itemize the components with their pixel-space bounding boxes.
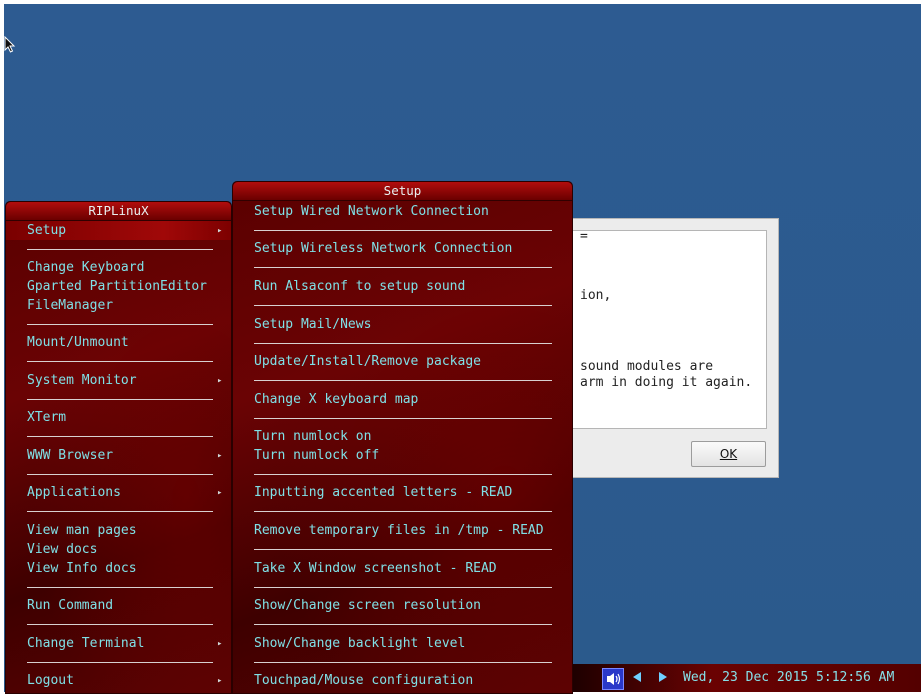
menu-separator	[254, 305, 552, 306]
submenu-arrow-icon: ▸	[217, 226, 223, 236]
setup-item-screenshot[interactable]: Take X Window screenshot - READ	[254, 560, 497, 578]
dialog-line: sound modules are	[580, 359, 714, 374]
menu-item-change-terminal[interactable]: Change Terminal	[27, 635, 144, 653]
setup-submenu-title: Setup	[233, 182, 572, 201]
menu-separator	[254, 624, 552, 625]
setup-item-backlight[interactable]: Show/Change backlight level	[254, 635, 465, 653]
dialog-line: =	[580, 229, 588, 244]
menu-separator	[254, 267, 552, 268]
menu-item-xterm[interactable]: XTerm	[27, 409, 66, 427]
main-menu-title: RIPLinuX	[6, 202, 231, 221]
menu-item-mount-unmount[interactable]: Mount/Unmount	[27, 334, 129, 352]
setup-item-touchpad[interactable]: Touchpad/Mouse configuration	[254, 672, 473, 690]
menu-item-filemanager[interactable]: FileManager	[27, 297, 113, 315]
menu-separator	[254, 587, 552, 588]
setup-item-keyboard-map[interactable]: Change X keyboard map	[254, 391, 418, 409]
menu-separator	[254, 418, 552, 419]
message-dialog: = ion, sound modules are arm in doing it…	[555, 218, 779, 478]
submenu-arrow-icon: ▸	[217, 639, 223, 649]
menu-separator	[254, 511, 552, 512]
submenu-arrow-icon: ▸	[217, 488, 223, 498]
menu-separator	[254, 662, 552, 663]
menu-separator	[27, 474, 213, 475]
menu-item-www-browser[interactable]: WWW Browser	[27, 447, 113, 465]
setup-item-screen-resolution[interactable]: Show/Change screen resolution	[254, 597, 481, 615]
setup-item-accented-letters[interactable]: Inputting accented letters - READ	[254, 484, 512, 502]
menu-separator	[27, 399, 213, 400]
menu-separator	[254, 549, 552, 550]
mouse-pointer-icon	[4, 36, 16, 53]
setup-item-numlock-on[interactable]: Turn numlock on	[254, 428, 371, 446]
arrow-left-icon[interactable]	[630, 669, 644, 685]
setup-item-wireless-network[interactable]: Setup Wireless Network Connection	[254, 240, 512, 258]
ok-button[interactable]: OK	[691, 441, 766, 467]
menu-separator	[254, 380, 552, 381]
menu-separator	[254, 230, 552, 231]
setup-item-wired-network[interactable]: Setup Wired Network Connection	[254, 203, 489, 221]
arrow-right-icon[interactable]	[656, 669, 670, 685]
setup-item-package[interactable]: Update/Install/Remove package	[254, 353, 481, 371]
volume-icon[interactable]	[602, 668, 624, 690]
menu-separator	[27, 249, 213, 250]
setup-item-mail-news[interactable]: Setup Mail/News	[254, 316, 371, 334]
menu-separator	[27, 511, 213, 512]
menu-separator	[27, 662, 213, 663]
menu-item-applications[interactable]: Applications	[27, 484, 121, 502]
taskbar-clock[interactable]: Wed, 23 Dec 2015 5:12:56 AM	[683, 664, 894, 692]
dialog-line: arm in doing it again.	[580, 375, 753, 390]
menu-separator	[27, 624, 213, 625]
menu-separator	[254, 474, 552, 475]
menu-separator	[27, 436, 213, 437]
menu-item-view-man-pages[interactable]: View man pages	[27, 522, 137, 540]
taskbar: Wed, 23 Dec 2015 5:12:56 AM	[573, 664, 921, 692]
menu-item-run-command[interactable]: Run Command	[27, 597, 113, 615]
submenu-arrow-icon: ▸	[217, 451, 223, 461]
submenu-arrow-icon: ▸	[217, 376, 223, 386]
menu-separator	[254, 343, 552, 344]
menu-separator	[27, 324, 213, 325]
setup-item-alsaconf[interactable]: Run Alsaconf to setup sound	[254, 278, 465, 296]
menu-item-change-keyboard[interactable]: Change Keyboard	[27, 259, 144, 277]
menu-item-view-docs[interactable]: View docs	[27, 541, 97, 559]
menu-separator	[27, 587, 213, 588]
menu-item-setup[interactable]: Setup	[27, 222, 66, 240]
setup-item-remove-tmp[interactable]: Remove temporary files in /tmp - READ	[254, 522, 544, 540]
dialog-message-area: = ion, sound modules are arm in doing it…	[564, 229, 767, 429]
submenu-arrow-icon: ▸	[217, 676, 223, 686]
menu-item-view-info-docs[interactable]: View Info docs	[27, 560, 137, 578]
menu-item-gparted[interactable]: Gparted PartitionEditor	[27, 278, 207, 296]
menu-separator	[27, 361, 213, 362]
main-menu: RIPLinuX Setup ▸ Change Keyboard Gparted…	[5, 201, 232, 694]
setup-item-numlock-off[interactable]: Turn numlock off	[254, 447, 379, 465]
setup-submenu: Setup Setup Wired Network Connection Set…	[232, 181, 573, 694]
menu-item-logout[interactable]: Logout	[27, 672, 74, 690]
dialog-line: ion,	[580, 288, 612, 303]
menu-item-system-monitor[interactable]: System Monitor	[27, 372, 137, 390]
